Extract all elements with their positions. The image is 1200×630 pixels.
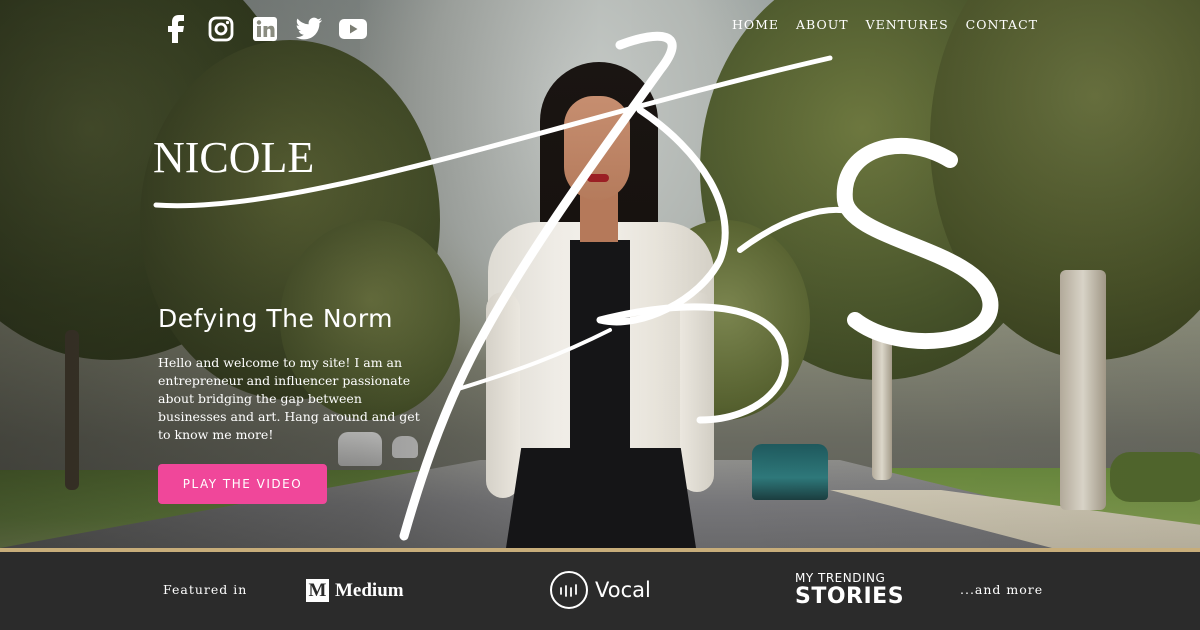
play-video-button[interactable]: PLAY THE VIDEO [158,464,327,504]
featured-in-bar: Featured in M Medium Vocal MY TRENDING S… [0,552,1200,630]
linkedin-icon[interactable] [250,14,280,44]
featured-in-label: Featured in [163,582,248,597]
hero-section: HOME ABOUT VENTURES CONTACT NICOLE Defyi… [0,0,1200,548]
site-logo[interactable]: NICOLE [153,136,314,180]
and-more-label: ...and more [960,582,1044,597]
vocal-wordmark: Vocal [595,578,651,602]
right-arm [680,292,714,492]
nav-about-link[interactable]: ABOUT [796,17,849,32]
black-pants [506,448,696,548]
youtube-icon[interactable] [338,14,368,44]
main-nav: HOME ABOUT VENTURES CONTACT [732,17,1038,32]
hero-portrait [480,62,720,548]
twitter-icon[interactable] [294,14,324,44]
medium-m-icon: M [306,579,329,602]
vocal-logo[interactable]: Vocal [550,571,651,609]
facebook-icon[interactable] [162,14,192,44]
trending-stories-bottom-line: STORIES [795,584,905,609]
medium-wordmark: Medium [335,579,404,601]
social-links [162,14,368,44]
nav-ventures-link[interactable]: VENTURES [866,17,949,32]
hero-intro-text: Hello and welcome to my site! I am an en… [158,355,420,442]
left-arm [486,292,520,498]
trending-stories-logo[interactable]: MY TRENDING STORIES [795,572,904,609]
nav-home-link[interactable]: HOME [732,17,779,32]
lips [587,174,609,182]
instagram-icon[interactable] [206,14,236,44]
hero-headline: Defying The Norm [158,304,394,333]
black-top [570,240,630,454]
nav-contact-link[interactable]: CONTACT [966,17,1038,32]
vocal-waveform-icon [550,571,588,609]
medium-logo[interactable]: M Medium [306,579,404,602]
face [564,96,630,200]
